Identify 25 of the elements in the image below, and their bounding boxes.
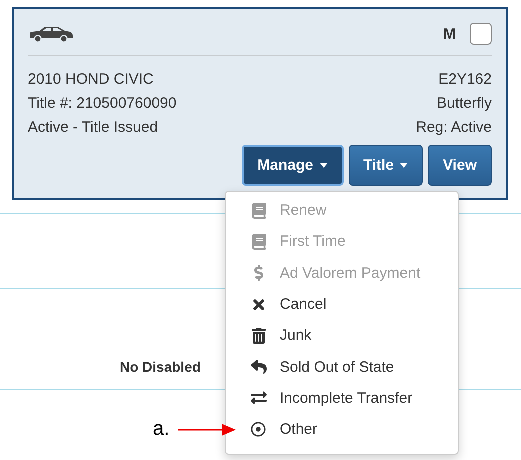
checkbox[interactable] <box>470 23 492 45</box>
menu-item[interactable]: Other <box>226 414 458 446</box>
registration-status: Reg: Active <box>416 118 492 138</box>
book-icon <box>250 202 267 219</box>
reply-arrow-icon <box>250 359 267 376</box>
title-number: Title #: 210500760090 <box>28 94 177 114</box>
exchange-arrows-icon <box>250 390 267 406</box>
book-icon <box>250 234 267 250</box>
menu-item[interactable]: Sold Out of State <box>226 351 458 383</box>
vehicle-description: 2010 HOND CIVIC <box>28 70 154 90</box>
title-status: Active - Title Issued <box>28 118 158 138</box>
annotation-label: a. <box>153 418 170 441</box>
car-icon <box>28 25 74 43</box>
menu-item[interactable]: Junk <box>226 320 458 352</box>
plate-number: E2Y162 <box>438 70 492 90</box>
menu-item[interactable]: Cancel <box>226 288 458 320</box>
status-text: No Disabled <box>120 359 201 375</box>
plate-type: Butterfly <box>436 94 492 114</box>
badge-letter: M <box>444 26 456 42</box>
menu-item[interactable]: Incomplete Transfer <box>226 382 458 414</box>
view-button[interactable]: View <box>428 145 492 186</box>
trash-icon <box>250 328 267 344</box>
pointer-arrow <box>178 422 236 436</box>
dropdown-button[interactable]: Manage <box>242 145 344 186</box>
dropdown-button[interactable]: Title <box>348 145 424 186</box>
